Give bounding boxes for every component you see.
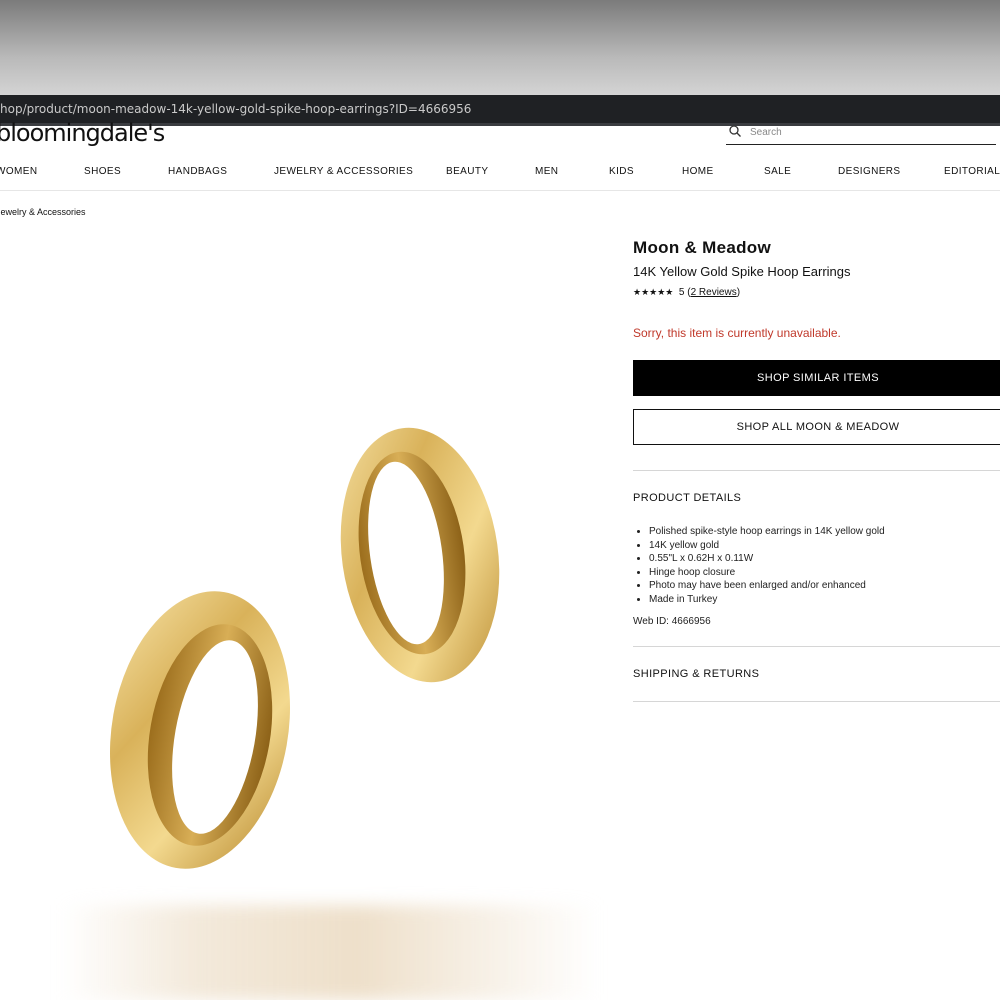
product-image[interactable] [60, 395, 540, 885]
product-details-list: Polished spike-style hoop earrings in 14… [633, 525, 1000, 606]
product-brand[interactable]: Moon & Meadow [633, 238, 771, 258]
shop-all-brand-button[interactable]: SHOP ALL MOON & MEADOW [633, 409, 1000, 445]
earring-right [340, 427, 500, 683]
shop-similar-items-button[interactable]: SHOP SIMILAR ITEMS [633, 360, 1000, 396]
nav-handbags[interactable]: HANDBAGS [168, 166, 227, 177]
main-nav: WOMEN SHOES HANDBAGS JEWELRY & ACCESSORI… [0, 160, 1000, 191]
screen-top-bezel [0, 0, 1000, 95]
list-item: 14K yellow gold [649, 539, 1000, 553]
list-item: Photo may have been enlarged and/or enha… [649, 579, 1000, 593]
divider [633, 470, 1000, 471]
image-reflection [60, 905, 600, 1000]
product-details-heading[interactable]: PRODUCT DETAILS [633, 492, 741, 504]
nav-shoes[interactable]: SHOES [84, 166, 121, 177]
nav-women[interactable]: WOMEN [0, 166, 37, 177]
product-rating: ★★★★★ 5 (2 Reviews) [633, 287, 741, 298]
web-id: Web ID: 4666956 [633, 616, 711, 627]
url-text[interactable]: hop/product/moon-meadow-14k-yellow-gold-… [0, 102, 471, 116]
store-logo[interactable]: bloomingdale's [0, 118, 165, 148]
shipping-returns-heading[interactable]: SHIPPING & RETURNS [633, 668, 759, 680]
earring-left [109, 591, 291, 869]
search-box[interactable] [726, 120, 996, 145]
nav-kids[interactable]: KIDS [609, 166, 634, 177]
divider [633, 701, 1000, 702]
rating-value: 5 [678, 287, 685, 298]
list-item: Made in Turkey [649, 593, 1000, 607]
nav-beauty[interactable]: BEAUTY [446, 166, 488, 177]
availability-message: Sorry, this item is currently unavailabl… [633, 326, 841, 340]
nav-jewelry-accessories[interactable]: JEWELRY & ACCESSORIES [274, 166, 413, 177]
list-item: Hinge hoop closure [649, 566, 1000, 580]
reviews-link[interactable]: 2 Reviews [691, 287, 737, 298]
nav-designers[interactable]: DESIGNERS [838, 166, 901, 177]
nav-men[interactable]: MEN [535, 166, 558, 177]
search-input[interactable] [748, 122, 992, 142]
rating-stars-icon: ★★★★★ [633, 287, 674, 297]
nav-home[interactable]: HOME [682, 166, 714, 177]
divider [633, 646, 1000, 647]
search-icon [729, 125, 741, 137]
list-item: Polished spike-style hoop earrings in 14… [649, 525, 1000, 539]
breadcrumb[interactable]: Jewelry & Accessories [0, 207, 86, 217]
product-title: 14K Yellow Gold Spike Hoop Earrings [633, 264, 851, 279]
list-item: 0.55"L x 0.62H x 0.11W [649, 552, 1000, 566]
nav-sale[interactable]: SALE [764, 166, 791, 177]
nav-editorial[interactable]: EDITORIAL [944, 166, 1000, 177]
